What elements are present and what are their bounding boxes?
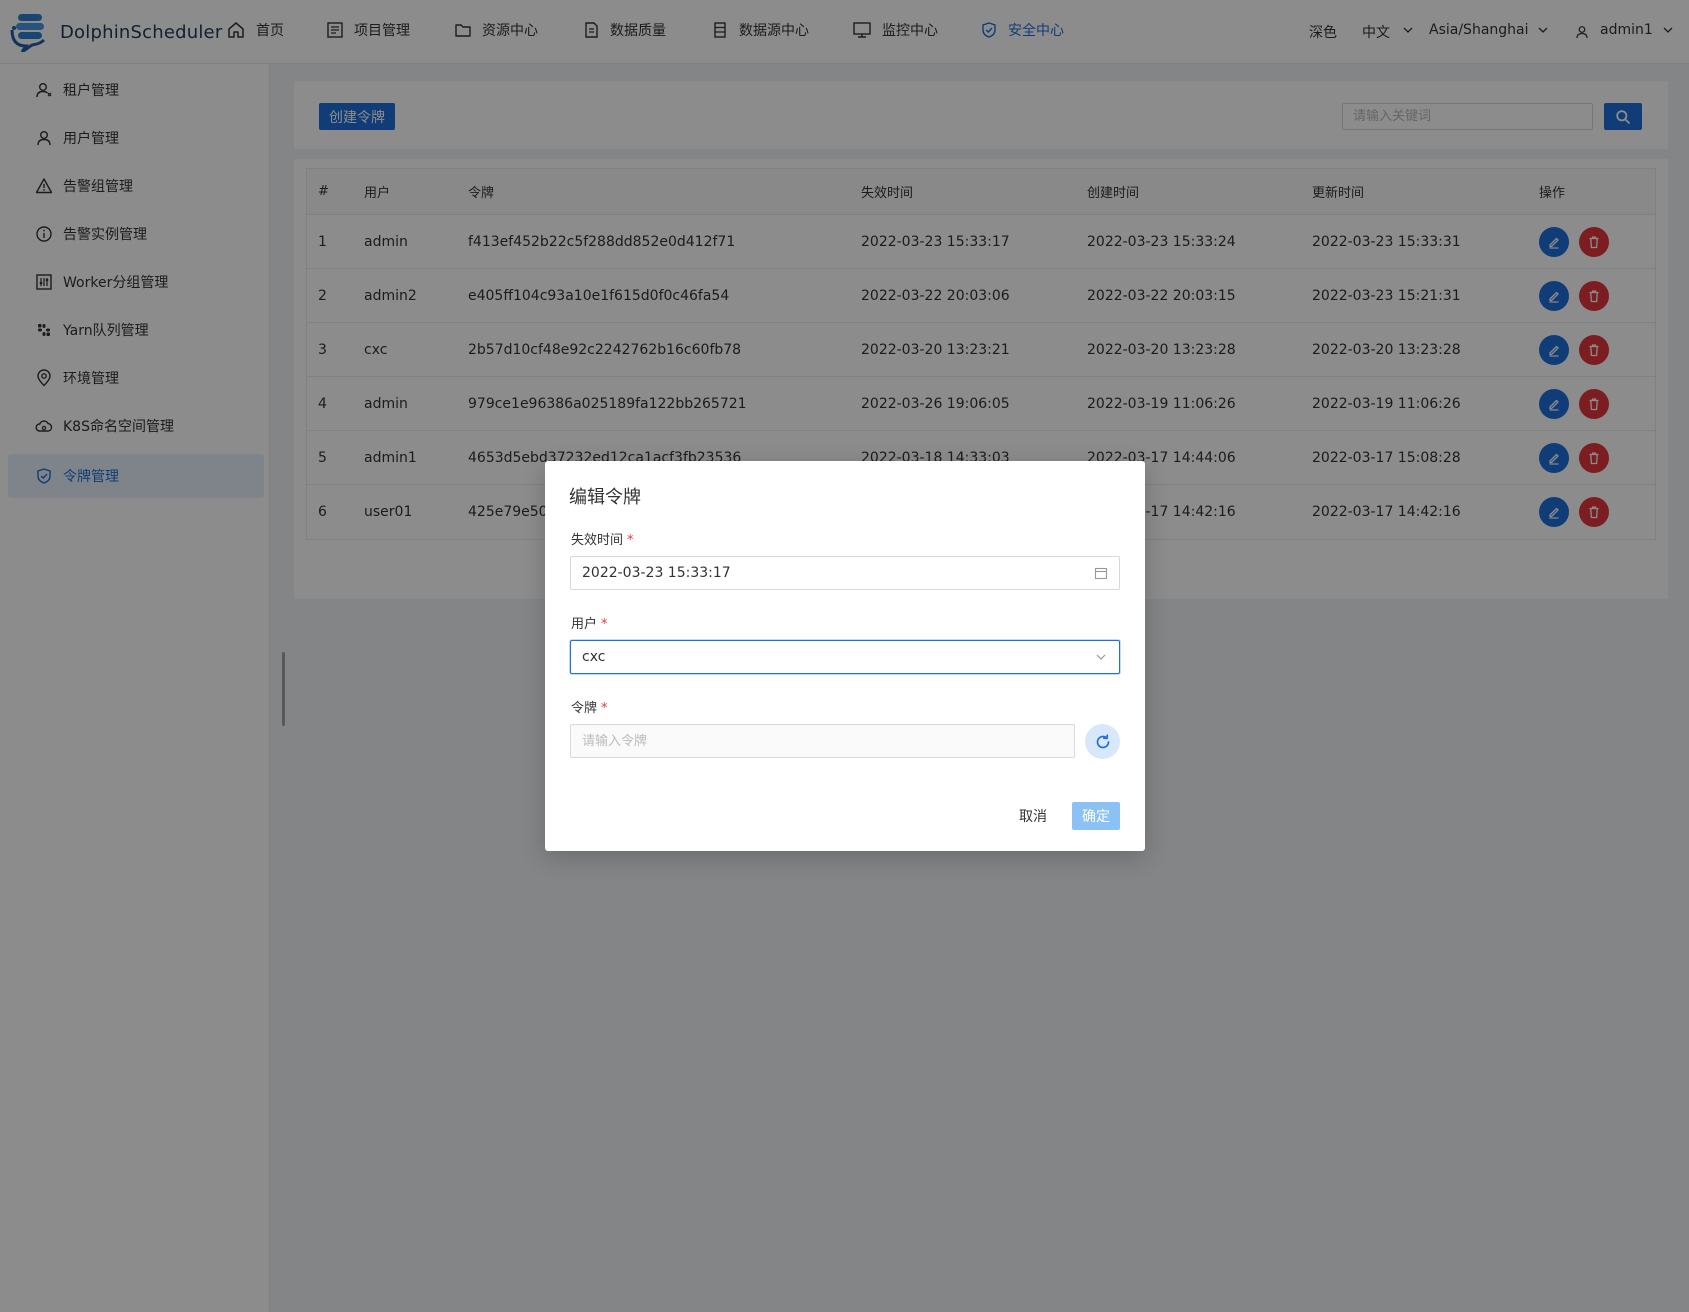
calendar-icon: [1094, 566, 1108, 580]
generate-token-button[interactable]: [1085, 724, 1120, 759]
required-mark: *: [627, 533, 634, 548]
cancel-button[interactable]: 取消: [1013, 802, 1053, 830]
user-select[interactable]: cxc: [570, 640, 1120, 674]
chevron-down-icon: [1094, 650, 1108, 664]
expire-time-value: 2022-03-23 15:33:17: [582, 565, 731, 581]
token-input[interactable]: [570, 724, 1075, 758]
confirm-button[interactable]: 确定: [1072, 802, 1120, 830]
edit-token-dialog: 编辑令牌 失效时间 * 2022-03-23 15:33:17 用户 * cxc 令…: [545, 461, 1145, 851]
required-mark: *: [601, 617, 608, 632]
user-label: 用户 *: [571, 617, 608, 632]
dialog-title: 编辑令牌: [569, 487, 641, 508]
expire-time-picker[interactable]: 2022-03-23 15:33:17: [570, 556, 1120, 590]
required-mark: *: [601, 701, 608, 716]
user-select-value: cxc: [582, 649, 606, 665]
expire-time-label: 失效时间 *: [571, 533, 634, 548]
token-label: 令牌 *: [571, 701, 608, 716]
refresh-icon: [1094, 733, 1112, 751]
